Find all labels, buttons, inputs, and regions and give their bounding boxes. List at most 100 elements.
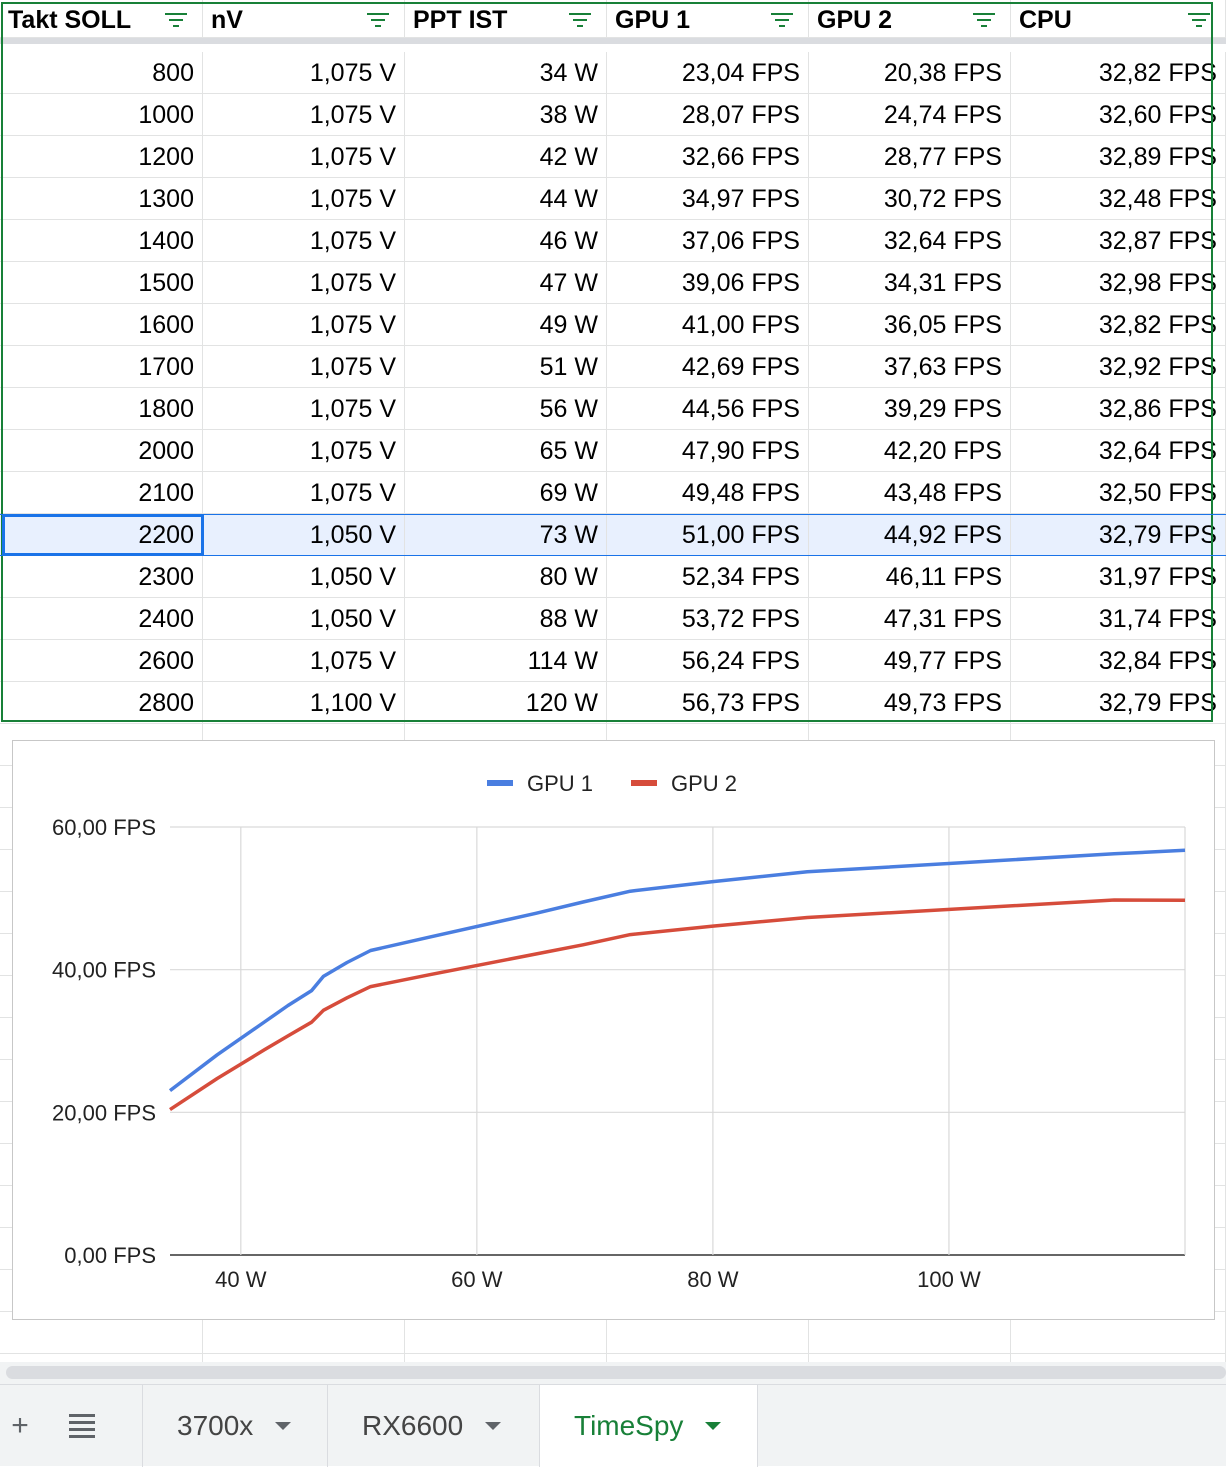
- column-header-gpu2[interactable]: GPU 2: [809, 0, 1011, 38]
- cell-nv[interactable]: 1,075 V: [203, 94, 405, 136]
- empty-cell[interactable]: [0, 1354, 203, 1362]
- cell-gpu1[interactable]: 53,72 FPS: [607, 598, 809, 640]
- cell-nv[interactable]: 1,075 V: [203, 52, 405, 94]
- cell-ppt[interactable]: 46 W: [405, 220, 607, 262]
- plus-icon[interactable]: +: [0, 1385, 40, 1467]
- cell-gpu1[interactable]: 42,69 FPS: [607, 346, 809, 388]
- cell-takt[interactable]: 2100: [0, 472, 203, 514]
- table-row[interactable]: 2000 1,075 V 65 W 47,90 FPS 42,20 FPS 32,64 F…: [0, 430, 1226, 472]
- cell-gpu2[interactable]: 36,05 FPS: [809, 304, 1011, 346]
- sheet-tab-rx6600[interactable]: RX6600: [328, 1385, 540, 1467]
- cell-gpu2[interactable]: 30,72 FPS: [809, 178, 1011, 220]
- cell-cpu[interactable]: 32,84 FPS: [1011, 640, 1226, 682]
- cell-takt[interactable]: 1700: [0, 346, 203, 388]
- table-row[interactable]: 2600 1,075 V 114 W 56,24 FPS 49,77 FPS 32,84 …: [0, 640, 1226, 682]
- column-header-ppt[interactable]: PPT IST: [405, 0, 607, 38]
- cell-gpu1[interactable]: 32,66 FPS: [607, 136, 809, 178]
- filter-icon[interactable]: [164, 13, 188, 29]
- empty-cell[interactable]: [405, 1354, 607, 1362]
- table-row[interactable]: 1400 1,075 V 46 W 37,06 FPS 32,64 FPS 32,87 F…: [0, 220, 1226, 262]
- menu-lines-icon[interactable]: [60, 1385, 104, 1467]
- cell-nv[interactable]: 1,075 V: [203, 220, 405, 262]
- cell-cpu[interactable]: 32,50 FPS: [1011, 472, 1226, 514]
- cell-ppt[interactable]: 56 W: [405, 388, 607, 430]
- cell-ppt[interactable]: 80 W: [405, 556, 607, 598]
- cell-takt[interactable]: 2300: [0, 556, 203, 598]
- cell-takt[interactable]: 1400: [0, 220, 203, 262]
- horizontal-scrollbar[interactable]: [0, 1362, 1226, 1384]
- cell-gpu2[interactable]: 49,77 FPS: [809, 640, 1011, 682]
- sheet-tab-3700x[interactable]: 3700x: [142, 1385, 328, 1467]
- cell-gpu1[interactable]: 52,34 FPS: [607, 556, 809, 598]
- cell-takt[interactable]: 1200: [0, 136, 203, 178]
- cell-ppt[interactable]: 47 W: [405, 262, 607, 304]
- cell-gpu1[interactable]: 56,24 FPS: [607, 640, 809, 682]
- cell-cpu[interactable]: 32,79 FPS: [1011, 514, 1226, 556]
- filter-icon[interactable]: [568, 13, 592, 29]
- cell-nv[interactable]: 1,075 V: [203, 136, 405, 178]
- cell-takt[interactable]: 1000: [0, 94, 203, 136]
- cell-ppt[interactable]: 65 W: [405, 430, 607, 472]
- table-row[interactable]: 800 1,075 V 34 W 23,04 FPS 20,38 FPS 32,82 FP…: [0, 52, 1226, 94]
- cell-cpu[interactable]: 32,60 FPS: [1011, 94, 1226, 136]
- table-row[interactable]: 1500 1,075 V 47 W 39,06 FPS 34,31 FPS 32,98 F…: [0, 262, 1226, 304]
- cell-cpu[interactable]: 32,82 FPS: [1011, 52, 1226, 94]
- filter-icon[interactable]: [366, 13, 390, 29]
- cell-takt[interactable]: 2400: [0, 598, 203, 640]
- filter-icon[interactable]: [1187, 13, 1211, 29]
- empty-cell[interactable]: [203, 1354, 405, 1362]
- cell-takt[interactable]: 1300: [0, 178, 203, 220]
- cell-nv[interactable]: 1,075 V: [203, 304, 405, 346]
- cell-ppt[interactable]: 69 W: [405, 472, 607, 514]
- cell-gpu2[interactable]: 34,31 FPS: [809, 262, 1011, 304]
- cell-ppt[interactable]: 38 W: [405, 94, 607, 136]
- cell-gpu1[interactable]: 49,48 FPS: [607, 472, 809, 514]
- cell-takt[interactable]: 1800: [0, 388, 203, 430]
- cell-cpu[interactable]: 32,79 FPS: [1011, 682, 1226, 724]
- table-row[interactable]: 1800 1,075 V 56 W 44,56 FPS 39,29 FPS 32,86 F…: [0, 388, 1226, 430]
- cell-gpu1[interactable]: 44,56 FPS: [607, 388, 809, 430]
- cell-gpu1[interactable]: 37,06 FPS: [607, 220, 809, 262]
- cell-ppt[interactable]: 88 W: [405, 598, 607, 640]
- cell-gpu2[interactable]: 47,31 FPS: [809, 598, 1011, 640]
- cell-nv[interactable]: 1,075 V: [203, 472, 405, 514]
- column-header-gpu1[interactable]: GPU 1: [607, 0, 809, 38]
- table-row[interactable]: 2200 1,050 V 73 W 51,00 FPS 44,92 FPS 32,79 F…: [0, 514, 1226, 556]
- empty-cell[interactable]: [1011, 1354, 1226, 1362]
- cell-ppt[interactable]: 51 W: [405, 346, 607, 388]
- cell-cpu[interactable]: 32,98 FPS: [1011, 262, 1226, 304]
- cell-gpu2[interactable]: 24,74 FPS: [809, 94, 1011, 136]
- column-header-nv[interactable]: nV: [203, 0, 405, 38]
- cell-cpu[interactable]: 31,97 FPS: [1011, 556, 1226, 598]
- cell-takt[interactable]: 2200: [0, 514, 203, 556]
- cell-ppt[interactable]: 34 W: [405, 52, 607, 94]
- cell-nv[interactable]: 1,050 V: [203, 598, 405, 640]
- cell-nv[interactable]: 1,050 V: [203, 556, 405, 598]
- line-chart[interactable]: 0,00 FPS 20,00 FPS 40,00 FPS 60,00 FPS 40 W 6…: [12, 740, 1215, 1320]
- table-row[interactable]: 1300 1,075 V 44 W 34,97 FPS 30,72 FPS 32,48 F…: [0, 178, 1226, 220]
- cell-gpu1[interactable]: 47,90 FPS: [607, 430, 809, 472]
- cell-nv[interactable]: 1,050 V: [203, 514, 405, 556]
- filter-icon[interactable]: [770, 13, 794, 29]
- cell-gpu2[interactable]: 20,38 FPS: [809, 52, 1011, 94]
- cell-ppt[interactable]: 42 W: [405, 136, 607, 178]
- cell-takt[interactable]: 1600: [0, 304, 203, 346]
- column-header-cpu[interactable]: CPU: [1011, 0, 1226, 38]
- cell-gpu1[interactable]: 34,97 FPS: [607, 178, 809, 220]
- table-row[interactable]: 2100 1,075 V 69 W 49,48 FPS 43,48 FPS 32,50 F…: [0, 472, 1226, 514]
- cell-gpu2[interactable]: 28,77 FPS: [809, 136, 1011, 178]
- table-row[interactable]: 1700 1,075 V 51 W 42,69 FPS 37,63 FPS 32,92 F…: [0, 346, 1226, 388]
- cell-takt[interactable]: 2000: [0, 430, 203, 472]
- column-header-takt[interactable]: Takt SOLL: [0, 0, 203, 38]
- cell-cpu[interactable]: 32,86 FPS: [1011, 388, 1226, 430]
- empty-cell[interactable]: [607, 1354, 809, 1362]
- cell-ppt[interactable]: 49 W: [405, 304, 607, 346]
- cell-gpu2[interactable]: 43,48 FPS: [809, 472, 1011, 514]
- cell-takt[interactable]: 2600: [0, 640, 203, 682]
- table-row[interactable]: 1000 1,075 V 38 W 28,07 FPS 24,74 FPS 32,60 F…: [0, 94, 1226, 136]
- scrollbar-thumb[interactable]: [6, 1366, 1226, 1379]
- cell-ppt[interactable]: 73 W: [405, 514, 607, 556]
- cell-cpu[interactable]: 32,92 FPS: [1011, 346, 1226, 388]
- cell-cpu[interactable]: 32,89 FPS: [1011, 136, 1226, 178]
- cell-gpu1[interactable]: 41,00 FPS: [607, 304, 809, 346]
